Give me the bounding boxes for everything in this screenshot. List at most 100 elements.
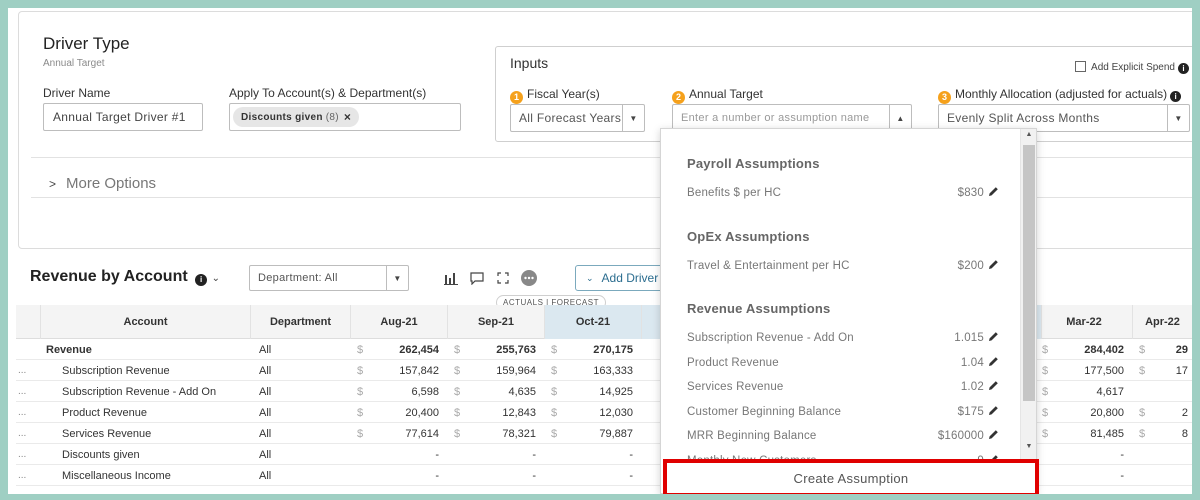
row-menu-icon[interactable]: ... xyxy=(18,465,40,486)
info-icon: i xyxy=(195,273,208,286)
step-2-badge: 2 xyxy=(672,90,685,104)
assumption-item[interactable]: Customer Beginning Balance $175 xyxy=(687,405,999,419)
row-menu-icon[interactable]: ... xyxy=(18,381,40,402)
value-cell-oct[interactable]: 14,925 xyxy=(545,381,633,402)
scroll-up-icon[interactable]: ▲ xyxy=(1021,131,1036,143)
value-cell-oct[interactable]: 79,887 xyxy=(545,423,633,444)
chip-label: Discounts given xyxy=(241,111,323,123)
comment-icon[interactable] xyxy=(468,269,486,287)
value-cell-sep[interactable]: 159,964 xyxy=(448,360,536,381)
value-cell-oct[interactable]: - xyxy=(545,444,633,465)
value-cell-apr[interactable]: 29 xyxy=(1133,339,1188,360)
pencil-icon[interactable] xyxy=(988,331,999,345)
value-cell-sep[interactable]: 255,763 xyxy=(448,339,536,360)
create-assumption-button[interactable]: Create Assumption xyxy=(663,459,1039,494)
value-cell-aug[interactable]: - xyxy=(351,465,439,486)
bar-chart-icon[interactable] xyxy=(442,269,460,287)
pencil-icon[interactable] xyxy=(988,405,999,419)
assumption-name: MRR Beginning Balance xyxy=(687,430,817,442)
pencil-icon[interactable] xyxy=(988,380,999,394)
chevron-down-icon[interactable]: ▼ xyxy=(386,266,408,290)
dropdown-scrollbar[interactable]: ▲ ▼ xyxy=(1020,129,1036,459)
value-cell-aug[interactable]: 6,598 xyxy=(351,381,439,402)
fiscal-year-value: All Forecast Years xyxy=(519,111,622,125)
expand-icon[interactable] xyxy=(494,269,512,287)
value-cell-oct[interactable]: 163,333 xyxy=(545,360,633,381)
explicit-spend-checkbox[interactable] xyxy=(1075,61,1087,72)
value-cell-mar[interactable]: 20,800 xyxy=(1036,402,1124,423)
row-menu-icon[interactable]: ... xyxy=(18,402,40,423)
value-cell-apr[interactable]: 2 xyxy=(1133,402,1188,423)
assumption-name: Benefits $ per HC xyxy=(687,187,782,199)
header-aug[interactable]: Aug-21 xyxy=(351,305,448,339)
chevron-down-icon[interactable]: ▼ xyxy=(622,105,644,131)
header-account[interactable]: Account xyxy=(41,305,251,339)
assumption-item[interactable]: Subscription Revenue - Add On 1.015 xyxy=(687,331,999,345)
value-cell-aug[interactable]: 20,400 xyxy=(351,402,439,423)
value-cell-apr[interactable]: 17 xyxy=(1133,360,1188,381)
pencil-icon[interactable] xyxy=(988,186,999,200)
row-menu-icon[interactable]: ... xyxy=(18,423,40,444)
value-cell-sep[interactable]: - xyxy=(448,465,536,486)
more-options-toggle[interactable]: > More Options xyxy=(49,175,156,192)
driver-type-subtitle: Annual Target xyxy=(43,58,105,69)
value-cell-apr[interactable]: 8 xyxy=(1133,423,1188,444)
value-cell-apr[interactable] xyxy=(1133,465,1188,486)
scrollbar-thumb[interactable] xyxy=(1023,145,1035,401)
scroll-down-icon[interactable]: ▼ xyxy=(1021,443,1036,455)
explicit-spend-option[interactable]: Add Explicit Spend i xyxy=(1075,61,1189,74)
assumption-item[interactable]: Product Revenue 1.04 xyxy=(687,356,999,370)
value-cell-aug[interactable]: 77,614 xyxy=(351,423,439,444)
assumption-item[interactable]: Benefits $ per HC $830 xyxy=(687,186,999,200)
more-icon[interactable] xyxy=(520,269,538,287)
chevron-down-icon[interactable]: ▼ xyxy=(1167,105,1189,131)
value-cell-mar[interactable]: 81,485 xyxy=(1036,423,1124,444)
value-cell-oct[interactable]: - xyxy=(545,465,633,486)
pencil-icon[interactable] xyxy=(988,259,999,273)
assumption-item[interactable]: Services Revenue 1.02 xyxy=(687,380,999,394)
department-cell: All xyxy=(259,469,272,482)
assumption-value: 1.02 xyxy=(960,381,984,393)
assumption-item[interactable]: MRR Beginning Balance $160000 xyxy=(687,429,999,443)
department-select[interactable]: Department: All ▼ xyxy=(249,265,409,291)
value-cell-mar[interactable]: 284,402 xyxy=(1036,339,1124,360)
assumption-item[interactable]: Travel & Entertainment per HC $200 xyxy=(687,259,999,273)
header-apr[interactable]: Apr-22 xyxy=(1133,305,1192,339)
department-cell: All xyxy=(259,364,272,377)
header-department[interactable]: Department xyxy=(251,305,351,339)
value-cell-mar[interactable]: - xyxy=(1036,465,1124,486)
apply-to-input[interactable]: Discounts given (8) × xyxy=(229,103,461,131)
value-cell-apr[interactable] xyxy=(1133,444,1188,465)
value-cell-apr[interactable] xyxy=(1133,381,1188,402)
value-cell-sep[interactable]: - xyxy=(448,444,536,465)
value-cell-mar[interactable]: 4,617 xyxy=(1036,381,1124,402)
value-cell-aug[interactable]: 262,454 xyxy=(351,339,439,360)
row-menu-icon[interactable]: ... xyxy=(18,360,40,381)
header-oct[interactable]: Oct-21 xyxy=(545,305,642,339)
assumption-section-title: Payroll Assumptions xyxy=(687,156,820,171)
department-cell: All xyxy=(259,385,272,398)
fiscal-year-select[interactable]: All Forecast Years ▼ xyxy=(510,104,645,132)
value-cell-sep[interactable]: 78,321 xyxy=(448,423,536,444)
value-cell-sep[interactable]: 12,843 xyxy=(448,402,536,423)
pencil-icon[interactable] xyxy=(988,429,999,443)
row-menu-icon[interactable]: ... xyxy=(18,444,40,465)
value-cell-aug[interactable]: - xyxy=(351,444,439,465)
account-cell: Subscription Revenue - Add On xyxy=(62,385,217,398)
department-value: Department: All xyxy=(258,272,338,284)
header-mar[interactable]: Mar-22 xyxy=(1036,305,1133,339)
chip-remove-icon[interactable]: × xyxy=(344,110,351,124)
driver-name-input[interactable]: Annual Target Driver #1 xyxy=(43,103,203,131)
value-cell-oct[interactable]: 12,030 xyxy=(545,402,633,423)
chevron-down-icon[interactable]: ⌄ xyxy=(212,273,220,284)
value-cell-oct[interactable]: 270,175 xyxy=(545,339,633,360)
row-menu-icon[interactable] xyxy=(18,339,40,360)
pencil-icon[interactable] xyxy=(988,356,999,370)
value-cell-aug[interactable]: 157,842 xyxy=(351,360,439,381)
value-cell-mar[interactable]: - xyxy=(1036,444,1124,465)
header-sep[interactable]: Sep-21 xyxy=(448,305,545,339)
value-cell-sep[interactable]: 4,635 xyxy=(448,381,536,402)
annual-target-text: Annual Target xyxy=(689,87,763,101)
value-cell-mar[interactable]: 177,500 xyxy=(1036,360,1124,381)
revenue-by-account-title[interactable]: Revenue by Account i ⌄ xyxy=(30,268,220,286)
